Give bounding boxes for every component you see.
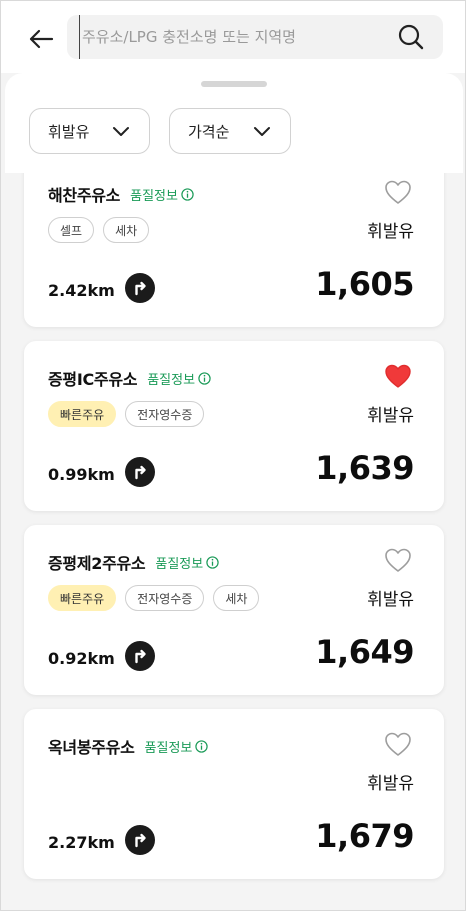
directions-icon[interactable] (125, 273, 155, 303)
price-label: 1,679 (315, 817, 414, 855)
station-tag-highlight: 빠른주유 (48, 401, 117, 427)
info-icon (198, 371, 211, 385)
station-card[interactable]: 증평IC주유소 품질정보 빠른주유 전자영수증 휘발유 0.99km 1,639 (24, 341, 444, 511)
favorite-heart-icon[interactable] (384, 179, 412, 205)
search-input[interactable] (79, 15, 379, 59)
sheet-grabber-handle[interactable] (201, 81, 267, 87)
price-label: 1,605 (315, 265, 414, 303)
sort-order-dropdown[interactable]: 가격순 (169, 108, 291, 154)
quality-info-label: 품질정보 (147, 372, 196, 388)
fuel-type-label: 휘발유 (367, 590, 414, 610)
station-name: 옥녀봉주유소 (48, 738, 135, 757)
quality-info-label: 품질정보 (130, 188, 178, 204)
distance-label: 2.27km (48, 833, 115, 852)
fuel-type-dropdown[interactable]: 휘발유 (29, 108, 150, 154)
station-card[interactable]: 해찬주유소 품질정보 셀프 세차 휘발유 2.42km 1,605 (24, 173, 444, 327)
header (1, 1, 465, 73)
quality-info-link[interactable]: 품질정보 (145, 737, 209, 756)
distance-label: 2.42km (48, 281, 115, 300)
station-name: 해찬주유소 (48, 186, 121, 205)
search-box (67, 15, 443, 59)
distance-label: 0.99km (48, 465, 115, 484)
station-tag: 전자영수증 (125, 585, 205, 611)
distance-label: 0.92km (48, 649, 115, 668)
station-tags: 빠른주유 전자영수증 세차 (48, 585, 260, 611)
chevron-down-icon (113, 127, 129, 136)
directions-icon[interactable] (125, 457, 155, 487)
station-tag-highlight: 빠른주유 (48, 585, 117, 611)
info-icon (181, 187, 194, 201)
price-label: 1,649 (315, 633, 414, 671)
station-tag: 전자영수증 (125, 401, 205, 427)
station-card[interactable]: 증평제2주유소 품질정보 빠른주유 전자영수증 세차 휘발유 0.92km 1,… (24, 525, 444, 695)
fuel-type-dropdown-label: 휘발유 (48, 122, 90, 141)
favorite-heart-icon[interactable] (384, 731, 412, 757)
info-icon (195, 739, 209, 753)
chevron-down-icon (254, 127, 270, 136)
filter-sheet: 휘발유 가격순 (5, 73, 463, 173)
fuel-type-label: 휘발유 (367, 774, 414, 794)
station-card[interactable]: 옥녀봉주유소 품질정보 휘발유 2.27km 1,679 (24, 709, 444, 879)
station-name: 증평IC주유소 (48, 370, 138, 389)
station-tags: 셀프 세차 (48, 217, 150, 243)
station-tag: 셀프 (48, 217, 95, 243)
fuel-type-label: 휘발유 (367, 406, 414, 426)
quality-info-link[interactable]: 품질정보 (147, 369, 211, 388)
favorite-heart-icon[interactable] (384, 547, 412, 573)
fuel-type-label: 휘발유 (367, 222, 414, 242)
quality-info-label: 품질정보 (155, 556, 204, 572)
station-tags: 빠른주유 전자영수증 (48, 401, 205, 427)
directions-icon[interactable] (125, 641, 155, 671)
search-icon[interactable] (397, 23, 425, 51)
info-icon (206, 555, 219, 569)
sort-order-dropdown-label: 가격순 (188, 122, 230, 141)
price-label: 1,639 (315, 449, 414, 487)
station-list: 해찬주유소 품질정보 셀프 세차 휘발유 2.42km 1,605 증평IC주유… (1, 173, 465, 910)
arrow-left-icon (29, 29, 54, 49)
favorite-heart-icon[interactable] (384, 363, 412, 389)
station-tag: 세차 (103, 217, 150, 243)
station-name: 증평제2주유소 (48, 554, 146, 573)
back-button[interactable] (23, 21, 59, 57)
quality-info-label: 품질정보 (144, 740, 193, 756)
quality-info-link[interactable]: 품질정보 (130, 185, 194, 204)
directions-icon[interactable] (125, 825, 155, 855)
app-frame: 휘발유 가격순 해찬주유소 품질정보 (0, 0, 466, 911)
station-tag: 세차 (213, 585, 260, 611)
quality-info-link[interactable]: 품질정보 (155, 553, 219, 572)
